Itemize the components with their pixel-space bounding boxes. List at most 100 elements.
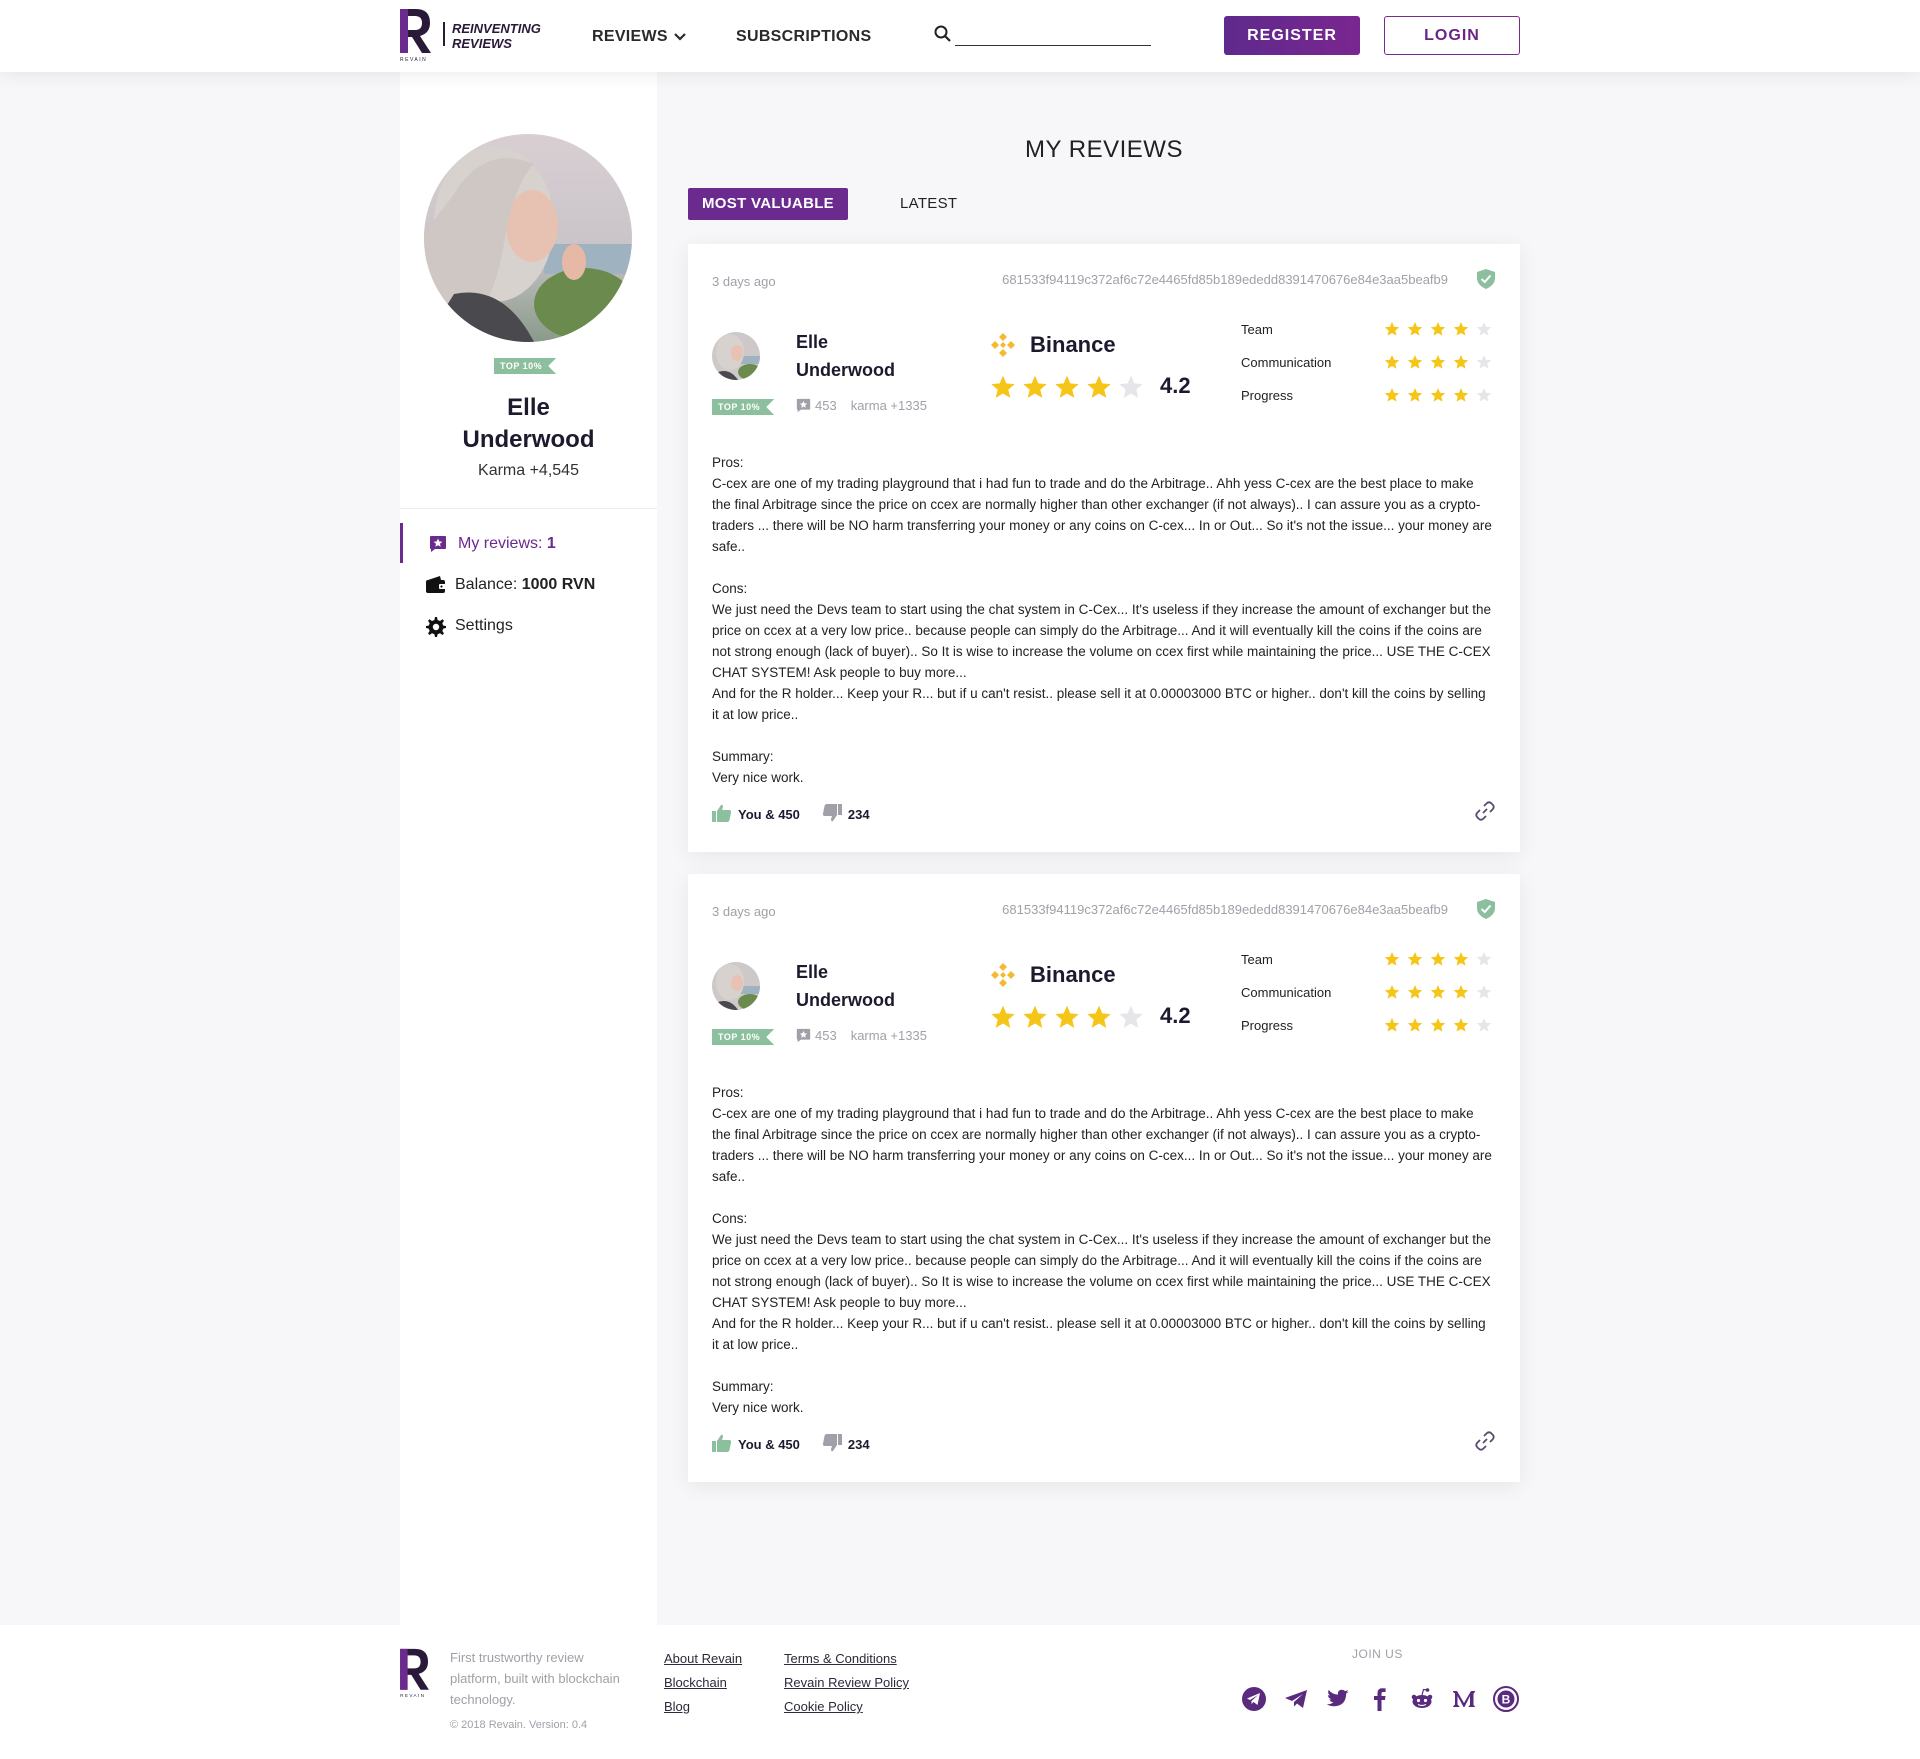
star-filled-icon [1384, 322, 1400, 336]
register-button[interactable]: REGISTER [1224, 16, 1360, 55]
like-button[interactable]: You & 450 [712, 1434, 800, 1452]
binance-logo-icon [991, 333, 1015, 357]
footer-copyright: © 2018 Revain. Version: 0.4 [450, 1719, 588, 1731]
sidebar-item-balance[interactable]: Balance: 1000 RVN [400, 564, 657, 604]
footer-description: First trustworthy review platform, built… [450, 1650, 620, 1707]
telegram-icon[interactable] [1278, 1681, 1314, 1717]
star-filled-icon [1430, 985, 1446, 999]
telegram-channel-icon[interactable] [1236, 1681, 1272, 1717]
author-meta: 453 karma +1335 [796, 1028, 927, 1043]
dislike-count: 234 [847, 807, 870, 822]
company-name[interactable]: Binance [1030, 332, 1116, 358]
revain-logo[interactable]: REVAIN [398, 7, 434, 63]
author-name[interactable]: Elle Underwood [796, 328, 895, 384]
star-filled-icon [1384, 952, 1400, 966]
footer-link-blog[interactable]: Blog [664, 1695, 742, 1719]
thumbs-down-icon [822, 1434, 842, 1452]
facebook-icon[interactable] [1362, 1681, 1398, 1717]
star-filled-icon [1453, 985, 1469, 999]
company-rating-stars [990, 374, 1150, 405]
tagline-line2: REVIEWS [452, 36, 512, 51]
footer: REVAIN First trustworthy review platform… [0, 1625, 1920, 1759]
criterion-label: Communication [1241, 985, 1332, 1000]
nav-subscriptions[interactable]: SUBSCRIPTIONS [736, 28, 871, 46]
tab-most-valuable[interactable]: MOST VALUABLE [688, 188, 848, 220]
criterion-label: Communication [1241, 355, 1332, 370]
balance-value: 1000 RVN [521, 576, 596, 593]
dislike-button[interactable]: 234 [822, 804, 870, 822]
footer-link-terms[interactable]: Terms & Conditions [784, 1647, 909, 1671]
login-button[interactable]: LOGIN [1384, 16, 1520, 55]
author-karma: karma +1335 [850, 1028, 927, 1043]
logo-separator [443, 22, 445, 46]
star-filled-icon [1055, 1005, 1079, 1028]
company-name[interactable]: Binance [1030, 962, 1116, 988]
author-review-count: 453 [815, 1028, 837, 1043]
review-date: 3 days ago [712, 274, 776, 289]
author-first-name: Elle [796, 332, 829, 352]
sidebar-item-my-reviews[interactable]: My reviews: 1 [400, 523, 657, 563]
star-empty-icon [1476, 322, 1492, 336]
like-button[interactable]: You & 450 [712, 804, 800, 822]
revain-footer-logo[interactable]: REVAIN [398, 1647, 432, 1699]
star-filled-icon [1384, 355, 1400, 369]
criterion-rating [1384, 387, 1499, 408]
sidebar-item-settings[interactable]: Settings [400, 605, 657, 645]
reddit-icon[interactable] [1404, 1681, 1440, 1717]
review-count-icon [796, 398, 811, 413]
star-filled-icon [1453, 952, 1469, 966]
star-filled-icon [1407, 322, 1423, 336]
author-avatar[interactable] [712, 962, 760, 1010]
author-avatar[interactable] [712, 332, 760, 380]
link-icon[interactable] [1474, 1430, 1496, 1452]
star-empty-icon [1119, 375, 1143, 398]
medium-icon[interactable] [1446, 1681, 1482, 1717]
profile-karma: Karma +4,545 [478, 462, 579, 479]
footer-link-cookie[interactable]: Cookie Policy [784, 1695, 909, 1719]
footer-link-review-policy[interactable]: Revain Review Policy [784, 1671, 909, 1695]
verified-shield-icon [1477, 899, 1495, 919]
star-filled-icon [1430, 322, 1446, 336]
author-karma: karma +1335 [850, 398, 927, 413]
review-body: Pros: C-cex are one of my trading playgr… [712, 1085, 1492, 1415]
search-input[interactable] [955, 22, 1151, 46]
criterion-label: Team [1241, 322, 1273, 337]
tagline: REINVENTING REVIEWS [452, 21, 541, 51]
review-hash[interactable]: 681533f94119c372af6c72e4465fd85b189ededd… [1002, 272, 1448, 287]
top-badge: TOP 10% [494, 358, 556, 374]
review-hash[interactable]: 681533f94119c372af6c72e4465fd85b189ededd… [1002, 902, 1448, 917]
star-filled-icon [1384, 388, 1400, 402]
review-votes: You & 450 234 [712, 1434, 870, 1452]
author-name[interactable]: Elle Underwood [796, 958, 895, 1014]
author-review-count: 453 [815, 398, 837, 413]
tagline-line1: REINVENTING [452, 21, 541, 36]
footer-link-about[interactable]: About Revain [664, 1647, 742, 1671]
link-icon[interactable] [1474, 800, 1496, 822]
my-reviews-count: 1 [546, 535, 556, 552]
star-filled-icon [1430, 355, 1446, 369]
dislike-button[interactable]: 234 [822, 1434, 870, 1452]
criterion-label: Progress [1241, 388, 1294, 403]
star-filled-icon [1453, 355, 1469, 369]
company-rating-stars [990, 1004, 1150, 1035]
nav-reviews[interactable]: REVIEWS [592, 28, 686, 46]
twitter-icon[interactable] [1320, 1681, 1356, 1717]
profile-last-name: Underwood [462, 426, 595, 453]
profile-avatar [424, 134, 632, 342]
star-chat-icon [430, 536, 446, 552]
author-last-name: Underwood [796, 990, 895, 1010]
search-icon[interactable] [934, 25, 952, 43]
chevron-down-icon [674, 32, 686, 41]
tab-latest[interactable]: LATEST [900, 195, 957, 212]
star-empty-icon [1476, 985, 1492, 999]
star-empty-icon [1476, 388, 1492, 402]
bitcointalk-icon[interactable]: B [1488, 1681, 1524, 1717]
star-filled-icon [1430, 388, 1446, 402]
top-header: REVAIN REINVENTING REVIEWS REVIEWS SUBSC… [0, 0, 1920, 72]
profile-sidebar: TOP 10% Elle Underwood Karma +4,545 My r… [400, 72, 657, 1625]
company-rating-value: 4.2 [1160, 373, 1191, 398]
star-filled-icon [991, 375, 1015, 398]
star-filled-icon [1453, 388, 1469, 402]
star-filled-icon [1055, 375, 1079, 398]
footer-link-blockchain[interactable]: Blockchain [664, 1671, 742, 1695]
